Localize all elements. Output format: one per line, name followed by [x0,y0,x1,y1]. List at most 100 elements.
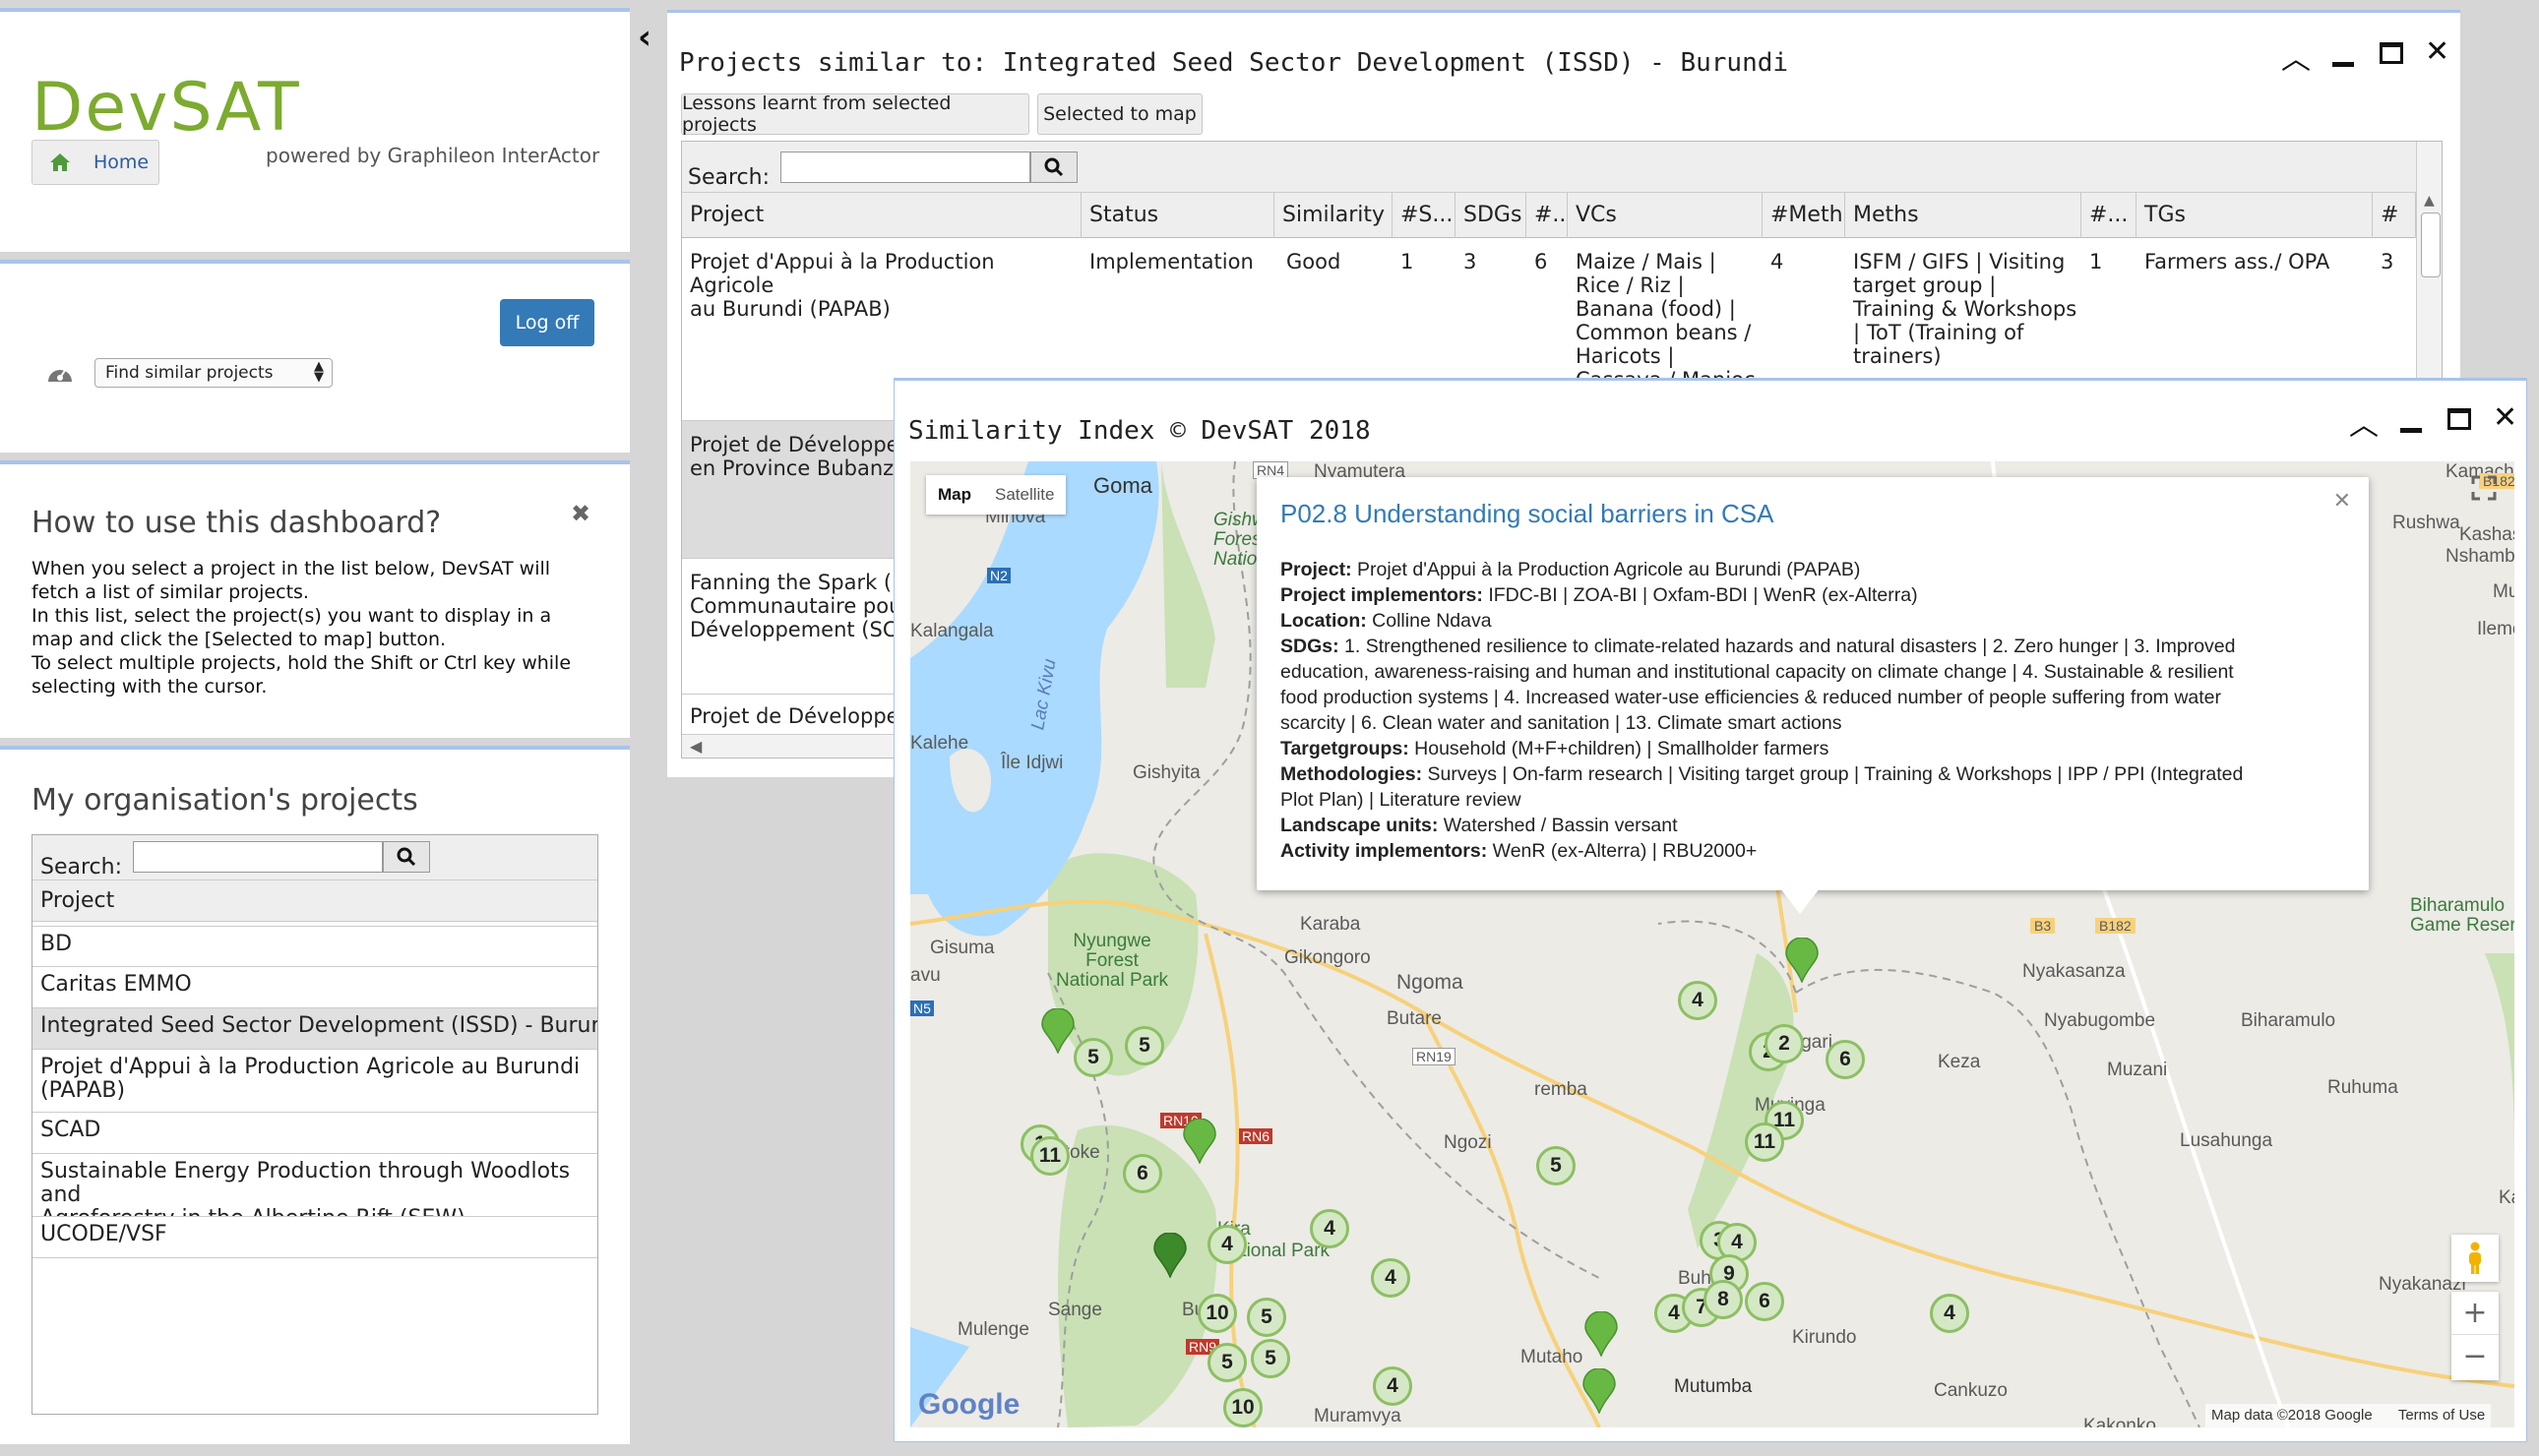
terms-link[interactable]: Terms of Use [2398,1407,2485,1424]
minimize-bar-icon[interactable] [2332,62,2354,67]
col-vcs[interactable]: VCs [1568,193,1763,238]
scroll-thumb[interactable] [2421,212,2441,277]
map-cluster-marker[interactable]: 5 [1074,1038,1113,1077]
map-cluster-marker[interactable]: 11 [1030,1136,1070,1176]
map-label: Goma [1093,473,1152,498]
map-cluster-marker[interactable]: 5 [1247,1298,1286,1337]
map-cluster-marker[interactable]: 10 [1223,1388,1263,1427]
org-row-selected[interactable]: Integrated Seed Sector Development (ISSD… [32,1008,597,1050]
col-status[interactable]: Status [1082,193,1274,238]
map-cluster-marker[interactable]: 4 [1930,1294,1969,1333]
map-label: Gishyita [1133,762,1201,783]
scroll-up-icon[interactable]: ▲ [2424,193,2435,209]
lessons-learnt-button[interactable]: Lessons learnt from selected projects [681,92,1029,136]
popup-pointer [1780,888,1820,914]
col-meth[interactable]: #Meth [1763,193,1845,238]
road-label: N2 [987,568,1011,583]
close-icon[interactable]: ✕ [2425,34,2449,69]
map-cluster-marker[interactable]: 6 [1826,1040,1865,1079]
scroll-left-icon[interactable]: ◀ [690,737,702,756]
cell-sdgs: 3 [1463,250,1477,273]
org-row[interactable]: BD [32,926,597,967]
map-label: Nyabugombe [2044,1010,2156,1031]
minimize-bar-icon[interactable] [2400,428,2422,433]
org-row[interactable]: Projet d'Appui à la Production Agricole … [32,1050,597,1113]
fullscreen-icon[interactable] [2471,475,2497,501]
map-cluster-marker[interactable]: 5 [1125,1026,1164,1065]
org-row[interactable]: UCODE/VSF [32,1217,597,1258]
minimize-icon[interactable]: ︿ [2281,34,2311,78]
selected-to-map-button[interactable]: Selected to map [1037,93,1203,135]
org-title: My organisation's projects [31,783,418,818]
help-line: selecting with the cursor. [31,676,268,698]
maximize-icon[interactable] [2447,408,2471,430]
function-select[interactable]: Find similar projects ▲ ▼ [94,358,333,388]
map-cluster-marker[interactable]: 2 [1765,1024,1804,1063]
home-button[interactable]: Home [31,140,159,185]
org-row[interactable]: SCAD [32,1113,597,1154]
col-n2[interactable]: #... [2081,193,2136,238]
similar-search-input[interactable] [780,152,1030,183]
col-similarity[interactable]: Similarity [1274,193,1393,238]
map-cluster-marker[interactable]: 4 [1208,1225,1247,1264]
map-cluster-marker[interactable]: 6 [1123,1154,1162,1193]
home-icon [50,153,70,171]
map-cluster-marker[interactable]: 6 [1745,1282,1784,1321]
popup-activity: Activity implementors: WenR (ex-Alterra)… [1280,840,1758,862]
help-title: How to use this dashboard? [31,506,442,540]
close-icon[interactable]: ✕ [2493,400,2517,435]
map-pin-marker[interactable] [1152,1233,1188,1278]
cell-status: Implementation [1089,250,1254,273]
map-cluster-marker[interactable]: 5 [1208,1343,1247,1382]
map-type-map-button[interactable]: Map [926,475,983,515]
org-column-header[interactable]: Project [32,880,597,922]
col-tgs[interactable]: TGs [2136,193,2373,238]
similar-search-button[interactable] [1030,152,1078,183]
help-line: fetch a list of similar projects. [31,581,309,603]
org-search-button[interactable] [383,841,430,873]
map-pin-marker[interactable] [1182,1119,1217,1164]
popup-close-icon[interactable]: ✕ [2333,489,2351,514]
popup-title: P02.8 Understanding social barriers in C… [1280,499,1774,528]
map-pin-marker[interactable] [1040,1008,1076,1054]
map-type-satellite-button[interactable]: Satellite [983,475,1066,515]
popup-sdgs: SDGs: 1. Strengthened resilience to clim… [1280,636,2236,657]
map-label: Mu [2493,581,2514,602]
org-search-input[interactable] [133,841,383,873]
col-s[interactable]: #S... [1393,193,1455,238]
map-cluster-marker[interactable]: 4 [1373,1366,1412,1406]
col-sdgs[interactable]: SDGs [1455,193,1526,238]
map-label: Sange [1048,1300,1102,1320]
map-label: Rushwa [2392,513,2460,533]
zoom-out-button[interactable]: − [2451,1335,2499,1378]
map-canvas[interactable]: Goma Nyamutera RN4 Gishwati Forest Natio… [910,461,2514,1427]
collapse-sidebar-icon[interactable]: ‹ [638,18,651,57]
map-cluster-marker[interactable]: 11 [1745,1122,1784,1162]
maximize-icon[interactable] [2380,42,2403,64]
map-pin-marker[interactable] [1784,938,1820,983]
map-label: Katoke [2499,1187,2514,1208]
logoff-button[interactable]: Log off [500,299,594,346]
map-cluster-marker[interactable]: 5 [1536,1146,1576,1185]
map-cluster-marker[interactable]: 4 [1371,1258,1410,1298]
col-last[interactable]: # [2373,193,2416,238]
zoom-in-button[interactable]: + [2451,1292,2499,1335]
map-cluster-marker[interactable]: 10 [1198,1294,1237,1333]
help-close-icon[interactable]: ✖ [571,500,590,527]
minimize-icon[interactable]: ︿ [2349,400,2379,444]
col-meths[interactable]: Meths [1845,193,2081,238]
org-row[interactable]: Sustainable Energy Production through Wo… [32,1154,597,1217]
map-cluster-marker[interactable]: 4 [1678,981,1717,1020]
street-view-pegman-icon[interactable] [2451,1235,2499,1282]
org-row[interactable]: Caritas EMMO [32,967,597,1008]
map-cluster-marker[interactable]: 4 [1310,1209,1349,1248]
cell-tgs: Farmers ass./ OPA [2144,250,2330,273]
map-cluster-marker[interactable]: 5 [1251,1339,1290,1378]
map-pin-marker[interactable] [1581,1368,1617,1414]
map-cluster-marker[interactable]: 8 [1703,1280,1743,1319]
map-pin-marker[interactable] [1583,1311,1619,1357]
col-n[interactable]: #... [1526,193,1568,238]
map-label: Mutumba [1674,1376,1753,1397]
col-project[interactable]: Project [682,193,1082,238]
cell-vcs: Maize / Mais | Rice / Riz | Banana (food… [1576,250,1756,388]
